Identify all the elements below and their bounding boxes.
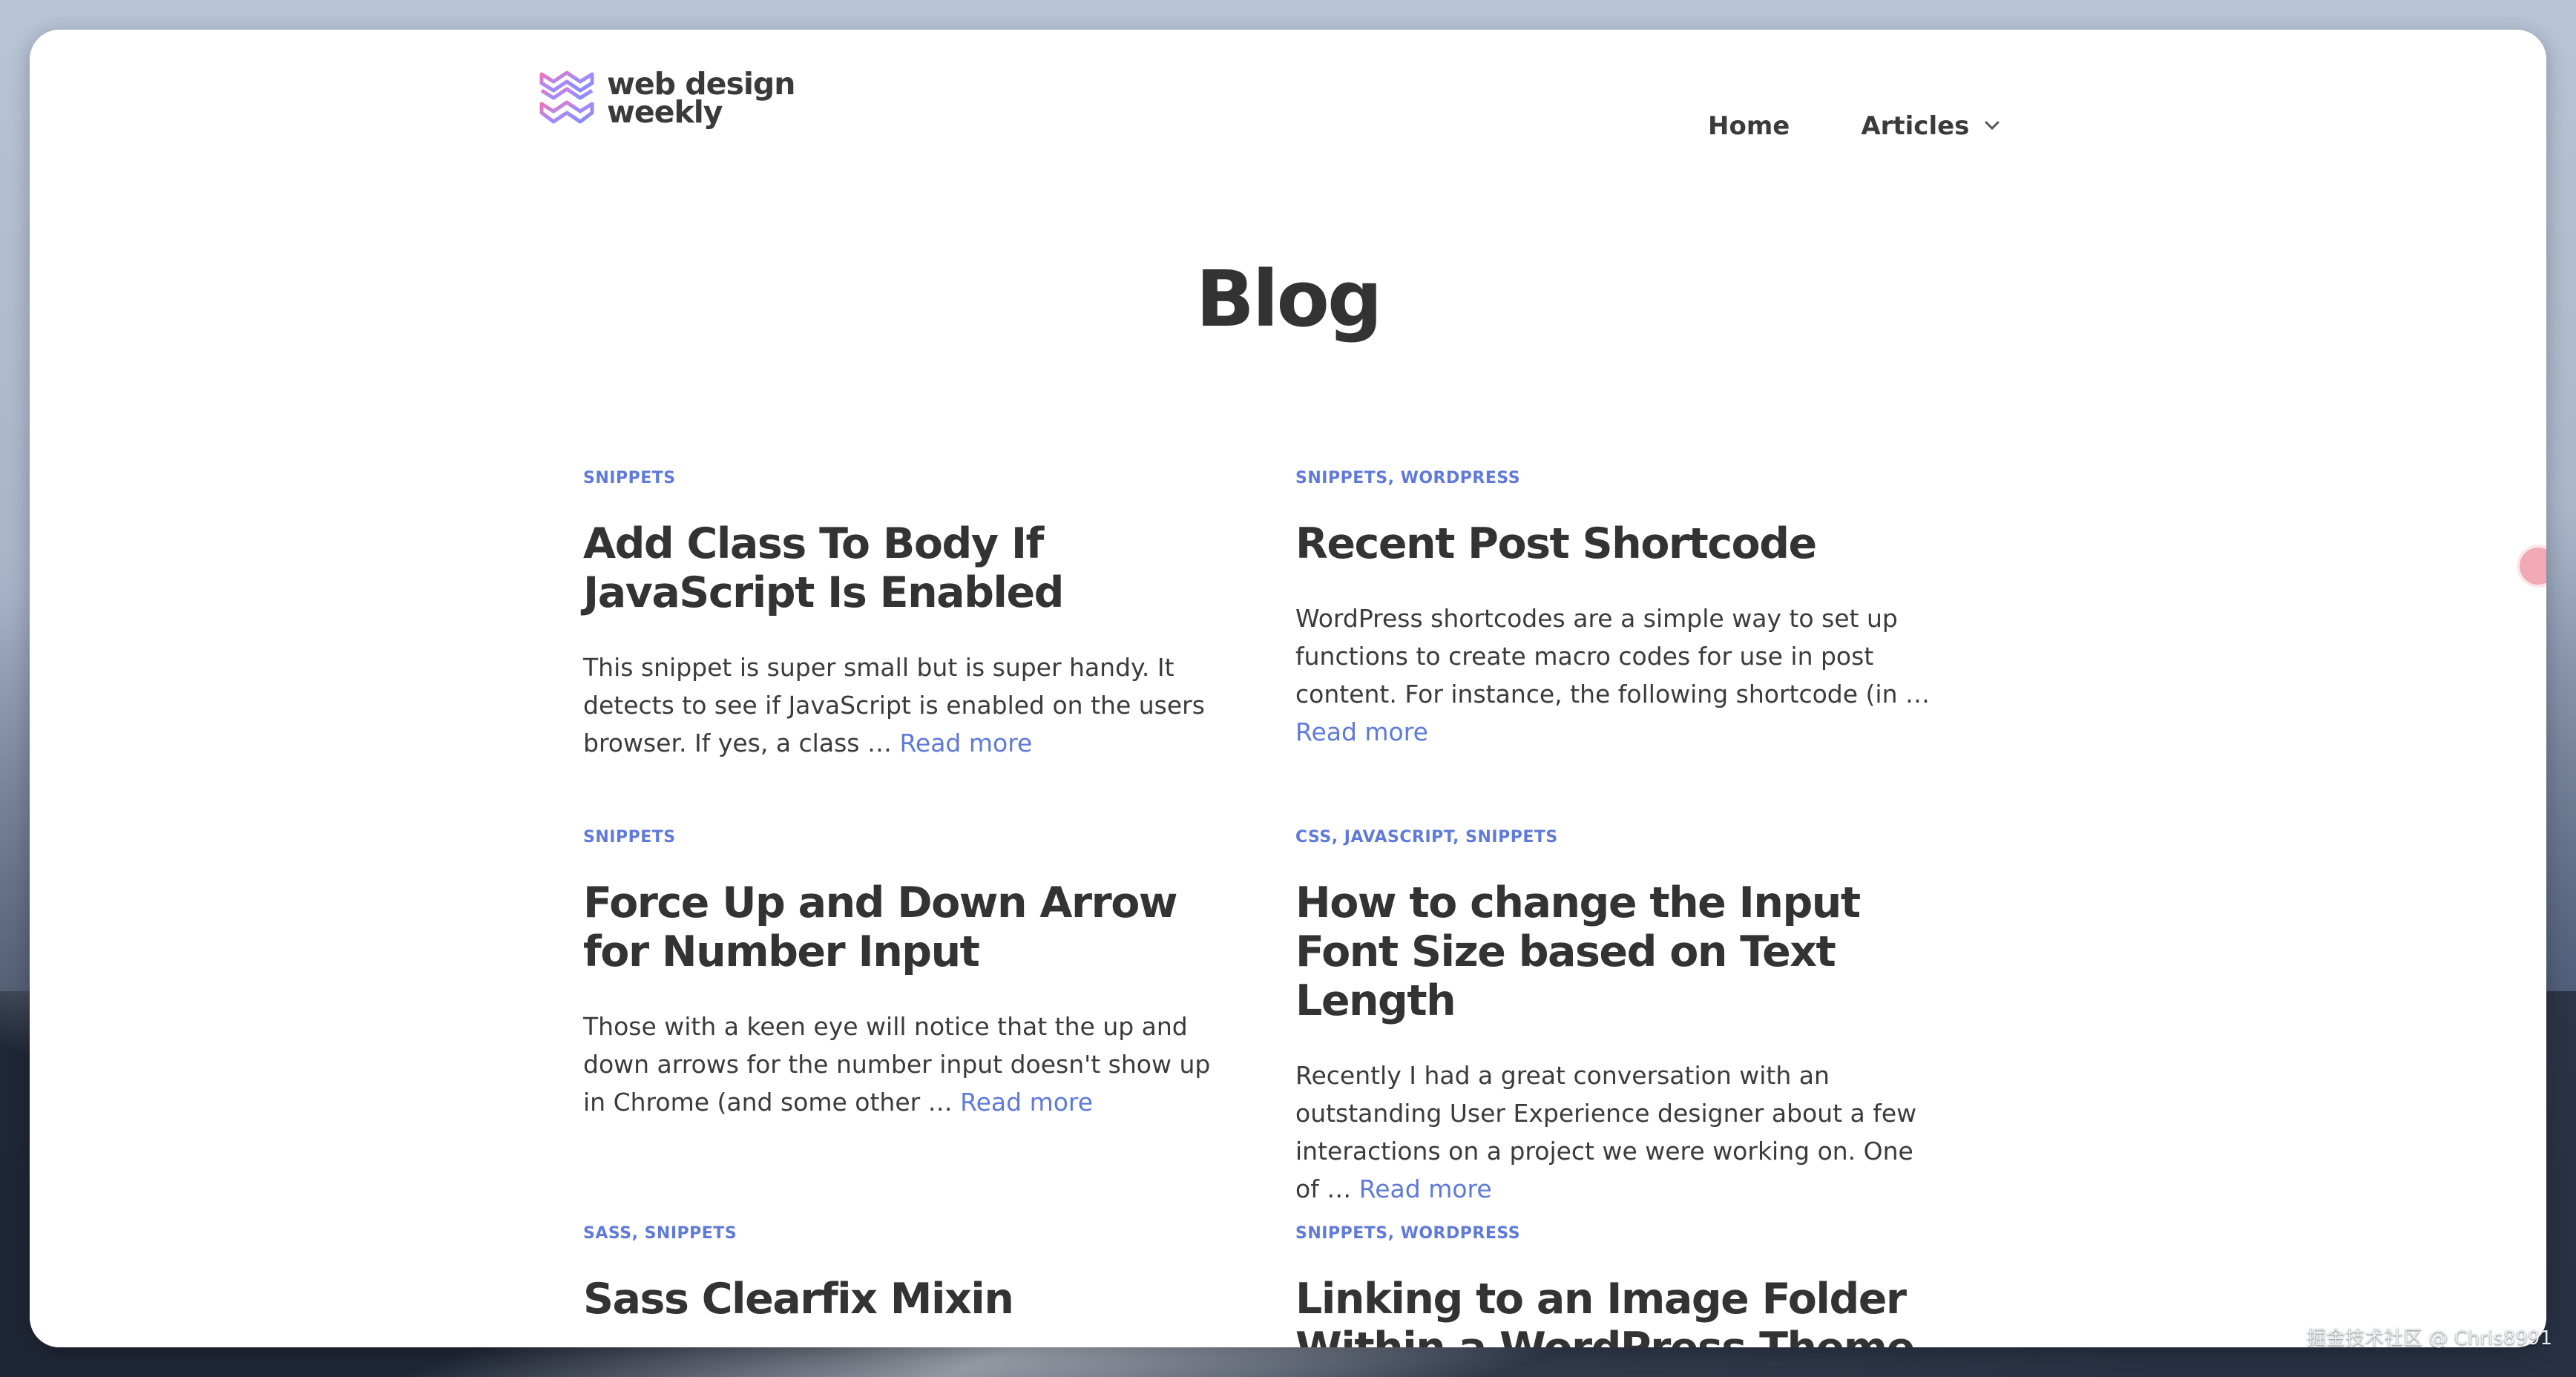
main-nav: Home Articles (1708, 111, 2000, 141)
post-excerpt: Those with a keen eye will notice that t… (583, 1008, 1229, 1121)
nav-articles-dropdown[interactable]: Articles (1861, 111, 2000, 141)
post-title[interactable]: Force Up and Down Arrow for Number Input (583, 878, 1229, 976)
nav-home-link[interactable]: Home (1708, 111, 1790, 141)
read-more-link[interactable]: Read more (960, 1088, 1093, 1117)
post-excerpt-text: This snippet is super small but is super… (583, 653, 1205, 757)
post-excerpt: This snippet is super small but is super… (583, 648, 1229, 762)
site-logo[interactable]: web design weekly (539, 68, 795, 128)
browser-viewport: web design weekly Home Articles Blog SNI… (30, 30, 2546, 1347)
page-title: Blog (1195, 254, 1383, 344)
post-categories[interactable]: SNIPPETS (583, 828, 1229, 850)
post-title[interactable]: Recent Post Shortcode (1295, 519, 1941, 568)
post-title[interactable]: Add Class To Body If JavaScript Is Enabl… (583, 519, 1229, 617)
post-categories[interactable]: CSS, JAVASCRIPT, SNIPPETS (1295, 828, 1941, 850)
read-more-link[interactable]: Read more (1359, 1174, 1492, 1203)
post-categories[interactable]: SNIPPETS, WORDPRESS (1295, 469, 1941, 491)
post-title[interactable]: Linking to an Image Folder Within a Word… (1295, 1275, 1941, 1347)
post-card: SNIPPETS Force Up and Down Arrow for Num… (583, 828, 1229, 1121)
post-card: SNIPPETS, WORDPRESS Recent Post Shortcod… (1295, 469, 1941, 751)
post-card: SNIPPETS, WORDPRESS Linking to an Image … (1295, 1224, 1941, 1347)
post-excerpt: Recently I had a great conversation with… (1295, 1056, 1941, 1208)
chevron-down-icon (1984, 114, 2000, 136)
read-more-link[interactable]: Read more (1295, 717, 1428, 746)
post-card: CSS, JAVASCRIPT, SNIPPETS How to change … (1295, 828, 1941, 1208)
logo-wordmark: web design weekly (607, 69, 795, 130)
post-title[interactable]: Sass Clearfix Mixin (583, 1275, 1229, 1324)
post-card: SNIPPETS Add Class To Body If JavaScript… (583, 469, 1229, 762)
post-categories[interactable]: SNIPPETS (583, 469, 1229, 491)
post-excerpt-text: Those with a keen eye will notice that t… (583, 1012, 1211, 1117)
post-categories[interactable]: SASS, SNIPPETS (583, 1224, 1229, 1246)
watermark: 掘金技术社区 @ Chris8991 (2307, 1327, 2552, 1350)
post-card: SASS, SNIPPETS Sass Clearfix Mixin (583, 1224, 1229, 1324)
read-more-link[interactable]: Read more (899, 729, 1032, 757)
post-excerpt-text: WordPress shortcodes are a simple way to… (1295, 604, 1930, 709)
post-excerpt: WordPress shortcodes are a simple way to… (1295, 599, 1941, 751)
post-categories[interactable]: SNIPPETS, WORDPRESS (1295, 1224, 1941, 1246)
logo-line-2: weekly (607, 94, 723, 130)
nav-articles-label: Articles (1861, 111, 1970, 141)
post-title[interactable]: How to change the Input Font Size based … (1295, 878, 1941, 1025)
wavy-chevrons-icon (539, 70, 594, 124)
floating-widget-button[interactable] (2520, 548, 2546, 585)
nav-home-label: Home (1708, 111, 1790, 141)
